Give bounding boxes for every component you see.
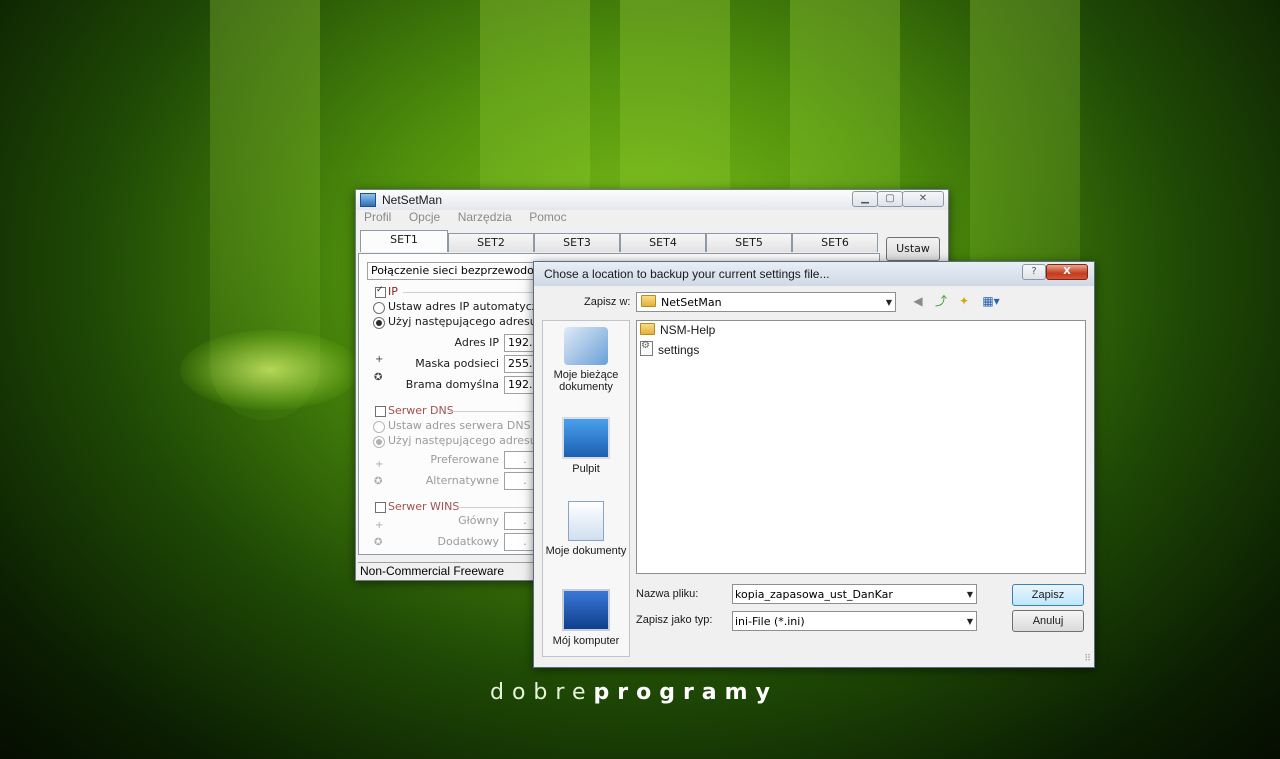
place-desktop[interactable]: Pulpit	[543, 417, 629, 475]
filename-input[interactable]: kopia_zapasowa_ust_DanKar ▼	[732, 584, 977, 604]
add-icon: +	[375, 520, 384, 531]
filetype-label: Zapisz jako typ:	[636, 614, 713, 626]
cancel-button[interactable]: Anuluj	[1012, 610, 1084, 632]
places-bar: Moje bieżące dokumenty Pulpit Moje dokum…	[542, 320, 630, 657]
dns-alternate-label: Alternatywne	[425, 474, 499, 487]
filetype-select[interactable]: ini-File (*.ini) ▼	[732, 611, 977, 631]
chevron-down-icon: ▼	[966, 590, 973, 599]
menu-pomoc[interactable]: Pomoc	[529, 210, 566, 224]
dns-checkbox[interactable]	[375, 406, 386, 417]
save-in-select[interactable]: NetSetMan ▼	[636, 292, 896, 312]
filename-label: Nazwa pliku:	[636, 588, 699, 600]
ip-group-title: IP	[388, 285, 398, 298]
settings-file-icon	[640, 340, 653, 356]
tab-set1[interactable]: SET1	[360, 230, 448, 252]
save-button[interactable]: Zapisz	[1012, 584, 1084, 606]
place-recent-documents[interactable]: Moje bieżące dokumenty	[543, 327, 629, 393]
gateway-label: Brama domyślna	[405, 378, 499, 391]
window-title: NetSetMan	[382, 193, 443, 207]
filename-value: kopia_zapasowa_ust_DanKar	[735, 588, 893, 601]
options-icon: ✪	[374, 476, 383, 487]
ip-address-label: Adres IP	[454, 336, 499, 349]
save-in-value: NetSetMan	[661, 296, 722, 309]
apply-button[interactable]: Ustaw	[886, 237, 940, 261]
wallpaper-glow	[180, 330, 360, 410]
dns-preferred-label: Preferowane	[430, 453, 499, 466]
folder-icon	[641, 295, 656, 307]
wins-group-title: Serwer WINS	[388, 500, 460, 513]
watermark-logo: dobreprogramy	[490, 680, 778, 705]
netsetman-titlebar[interactable]: NetSetMan ▁ ▢ ✕	[356, 190, 948, 210]
add-icon[interactable]: +	[375, 354, 383, 365]
ip-checkbox[interactable]	[375, 285, 386, 298]
up-folder-icon[interactable]: ⤴	[933, 293, 949, 309]
options-icon: ✪	[374, 537, 383, 548]
desktop-icon	[562, 417, 610, 459]
view-menu-icon[interactable]: ▦▾	[979, 293, 1003, 309]
dns-manual-radio[interactable]	[373, 436, 385, 448]
tab-set2[interactable]: SET2	[448, 233, 534, 252]
add-icon: +	[375, 459, 384, 470]
my-documents-icon	[568, 501, 604, 541]
dns-group-title: Serwer DNS	[388, 404, 454, 417]
dialog-close-button[interactable]: X	[1046, 264, 1088, 280]
wins-checkbox[interactable]	[375, 502, 386, 513]
dns-manual-label: Użyj następującego adresu se	[388, 434, 553, 447]
resize-grip-icon[interactable]: ⠿	[1084, 654, 1091, 664]
dialog-title: Chose a location to backup your current …	[544, 267, 830, 281]
menubar: Profil Opcje Narzędzia Pomoc	[356, 210, 948, 228]
dialog-titlebar[interactable]: Chose a location to backup your current …	[534, 262, 1094, 286]
ip-manual-label: Użyj następującego adresu IP	[388, 315, 551, 328]
close-button[interactable]: ✕	[902, 191, 944, 207]
file-list: NSM-Help settings	[636, 320, 1086, 574]
wins-extra-label: Dodatkowy	[437, 535, 499, 548]
chevron-down-icon: ▼	[885, 298, 892, 307]
folder-icon	[640, 323, 655, 335]
ip-auto-label: Ustaw adres IP automatycznie	[388, 300, 555, 313]
chevron-down-icon: ▼	[966, 617, 973, 626]
menu-profil[interactable]: Profil	[364, 210, 391, 224]
place-my-computer[interactable]: Mój komputer	[543, 589, 629, 647]
ip-manual-radio[interactable]	[373, 317, 385, 329]
tab-set4[interactable]: SET4	[620, 233, 706, 252]
new-folder-icon[interactable]: ✦	[956, 293, 972, 309]
minimize-button[interactable]: ▁	[852, 191, 878, 207]
save-dialog: Chose a location to backup your current …	[533, 261, 1095, 668]
connection-select[interactable]: Połączenie sieci bezprzewodowej	[367, 262, 542, 280]
help-button[interactable]: ?	[1022, 264, 1046, 280]
place-my-documents[interactable]: Moje dokumenty	[543, 501, 629, 557]
menu-opcje[interactable]: Opcje	[409, 210, 440, 224]
ip-auto-radio[interactable]	[373, 302, 385, 314]
maximize-button[interactable]: ▢	[877, 191, 903, 207]
list-item[interactable]: NSM-Help	[640, 323, 715, 337]
list-item[interactable]: settings	[640, 340, 699, 357]
save-in-label: Zapisz w:	[584, 296, 631, 308]
menu-narzedzia[interactable]: Narzędzia	[458, 210, 512, 224]
tab-set3[interactable]: SET3	[534, 233, 620, 252]
tab-set5[interactable]: SET5	[706, 233, 792, 252]
computer-icon	[562, 589, 610, 631]
subnet-mask-label: Maska podsieci	[415, 357, 499, 370]
filetype-value: ini-File (*.ini)	[735, 615, 805, 628]
tab-set6[interactable]: SET6	[792, 233, 878, 252]
options-icon[interactable]: ✪	[374, 372, 382, 383]
netsetman-app-icon	[360, 193, 376, 207]
back-icon[interactable]: ◀	[910, 293, 926, 309]
wins-main-label: Główny	[458, 514, 499, 527]
dns-auto-radio[interactable]	[373, 421, 385, 433]
recent-documents-icon	[564, 327, 608, 365]
